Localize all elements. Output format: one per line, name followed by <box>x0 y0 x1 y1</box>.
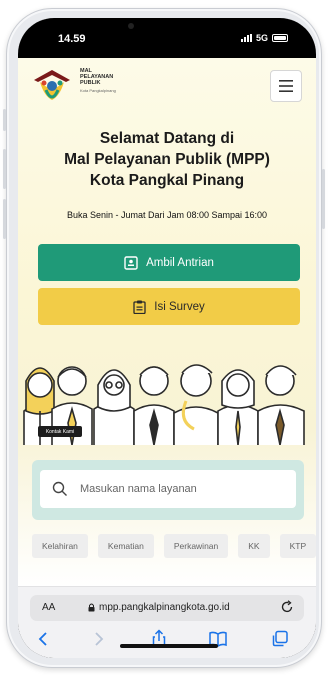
chip-ktp[interactable]: KTP <box>279 534 316 558</box>
signal-icon <box>240 34 252 42</box>
search-icon <box>52 481 67 496</box>
logo-text: MAL PELAYANAN PUBLIK Kota Pangkalpinang <box>80 68 116 93</box>
url-display[interactable]: mpp.pangkalpinangkota.go.id <box>88 602 230 613</box>
lock-icon <box>88 603 95 612</box>
isi-survey-button[interactable]: Isi Survey <box>38 288 300 325</box>
reader-aa-button[interactable]: AA <box>42 602 55 613</box>
contact-badge[interactable]: Kontak Kami <box>38 426 82 437</box>
tabs-icon[interactable] <box>270 629 290 649</box>
power-button <box>322 169 325 229</box>
network-type: 5G <box>255 33 268 43</box>
search-panel <box>32 460 304 520</box>
ambil-antrian-label: Ambil Antrian <box>146 256 214 269</box>
status-bar: 14.59 5G <box>18 18 316 58</box>
mute-switch <box>3 109 6 131</box>
welcome-line-1: Selamat Datang di <box>99 130 235 147</box>
chip-kk[interactable]: KK <box>238 534 270 558</box>
menu-button[interactable] <box>270 70 302 102</box>
search-box[interactable] <box>40 470 296 508</box>
forward-icon[interactable] <box>88 629 108 649</box>
welcome-line-2: Mal Pelayanan Publik (MPP) <box>64 151 270 168</box>
site-header: MAL PELAYANAN PUBLIK Kota Pangkalpinang <box>18 58 316 110</box>
reload-icon[interactable] <box>280 600 294 614</box>
chip-perkawinan[interactable]: Perkawinan <box>163 534 229 558</box>
home-indicator <box>120 644 218 648</box>
volume-down-button <box>3 199 6 239</box>
address-bar[interactable]: AA mpp.pangkalpinangkota.go.id <box>30 595 304 621</box>
contact-badge-label: Kontak Kami <box>45 428 75 435</box>
chip-kematian[interactable]: Kematian <box>97 534 154 558</box>
battery-icon <box>272 34 288 42</box>
back-icon[interactable] <box>34 629 54 649</box>
isi-survey-label: Isi Survey <box>154 300 205 313</box>
search-input[interactable] <box>80 483 270 495</box>
status-indicators: 5G <box>240 33 288 43</box>
welcome-line-3: Kota Pangkal Pinang <box>89 172 245 189</box>
web-page: MAL PELAYANAN PUBLIK Kota Pangkalpinang … <box>18 58 316 586</box>
ticket-icon <box>124 255 138 270</box>
ambil-antrian-button[interactable]: Ambil Antrian <box>38 244 300 281</box>
clipboard-icon <box>133 300 146 314</box>
url-text: mpp.pangkalpinangkota.go.id <box>99 602 230 613</box>
category-chips: Kelahiran Kematian Perkawinan KK KTP <box>32 534 316 558</box>
hamburger-menu-icon <box>279 80 293 92</box>
welcome-heading: Selamat Datang di Mal Pelayanan Publik (… <box>18 128 316 191</box>
status-time: 14.59 <box>58 33 86 45</box>
opening-hours: Buka Senin - Jumat Dari Jam 08:00 Sampai… <box>66 210 268 220</box>
logo-subtitle: Kota Pangkalpinang <box>80 88 116 93</box>
chip-kelahiran[interactable]: Kelahiran <box>32 534 88 558</box>
volume-up-button <box>3 149 6 189</box>
front-camera <box>128 23 134 29</box>
mpp-logo-icon <box>34 70 70 100</box>
phone-screen: 14.59 5G MAL PELAYANAN PUBLIK Kota Pangk… <box>18 18 316 658</box>
